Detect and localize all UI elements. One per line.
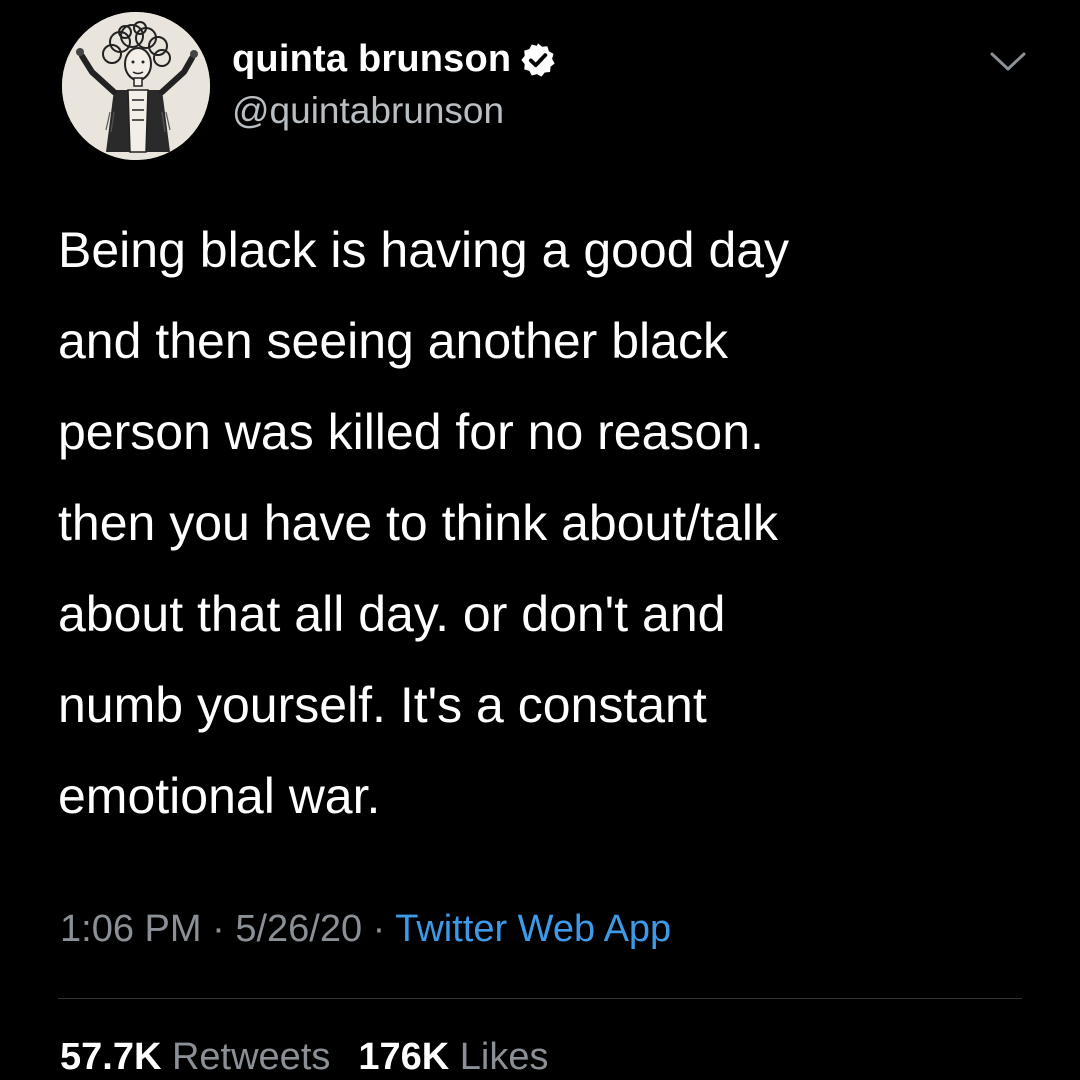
avatar-illustration — [62, 12, 210, 160]
verified-badge-icon — [519, 41, 557, 79]
tweet-text-line: emotional war. — [58, 768, 381, 824]
tweet-text: Being black is having a good day and the… — [58, 205, 1018, 842]
likes-stat[interactable]: 176K Likes — [358, 1036, 548, 1078]
tweet-text-line: person was killed for no reason. — [58, 404, 764, 460]
tweet-text-line: and then seeing another black — [58, 313, 728, 369]
tweet-meta: 1:06 PM · 5/26/20 · Twitter Web App — [60, 908, 671, 951]
divider — [58, 998, 1022, 999]
avatar[interactable] — [62, 12, 210, 160]
likes-label: Likes — [459, 1036, 549, 1078]
tweet-text-line: about that all day. or don't and — [58, 586, 726, 642]
tweet-text-line: numb yourself. It's a constant — [58, 677, 707, 733]
meta-separator: · — [201, 908, 236, 950]
tweet-text-line: then you have to think about/talk — [58, 495, 778, 551]
meta-separator: · — [362, 908, 396, 950]
author-display-name[interactable]: quinta brunson — [232, 38, 511, 81]
retweets-stat[interactable]: 57.7K Retweets — [60, 1036, 330, 1078]
tweet-card: quinta brunson @quintabrunson Being blac… — [0, 0, 1080, 1080]
retweets-count: 57.7K — [60, 1036, 162, 1078]
tweet-stats: 57.7K Retweets 176K Likes — [60, 1036, 549, 1079]
author-display-name-row[interactable]: quinta brunson — [232, 38, 557, 81]
tweet-source-link[interactable]: Twitter Web App — [395, 908, 671, 950]
tweet-text-line: Being black is having a good day — [58, 222, 790, 278]
retweets-label: Retweets — [171, 1036, 331, 1078]
tweet-time[interactable]: 1:06 PM — [60, 908, 202, 950]
chevron-down-icon[interactable] — [986, 48, 1030, 76]
likes-count: 176K — [358, 1036, 450, 1078]
author-handle[interactable]: @quintabrunson — [232, 90, 504, 132]
tweet-date[interactable]: 5/26/20 — [235, 908, 362, 950]
